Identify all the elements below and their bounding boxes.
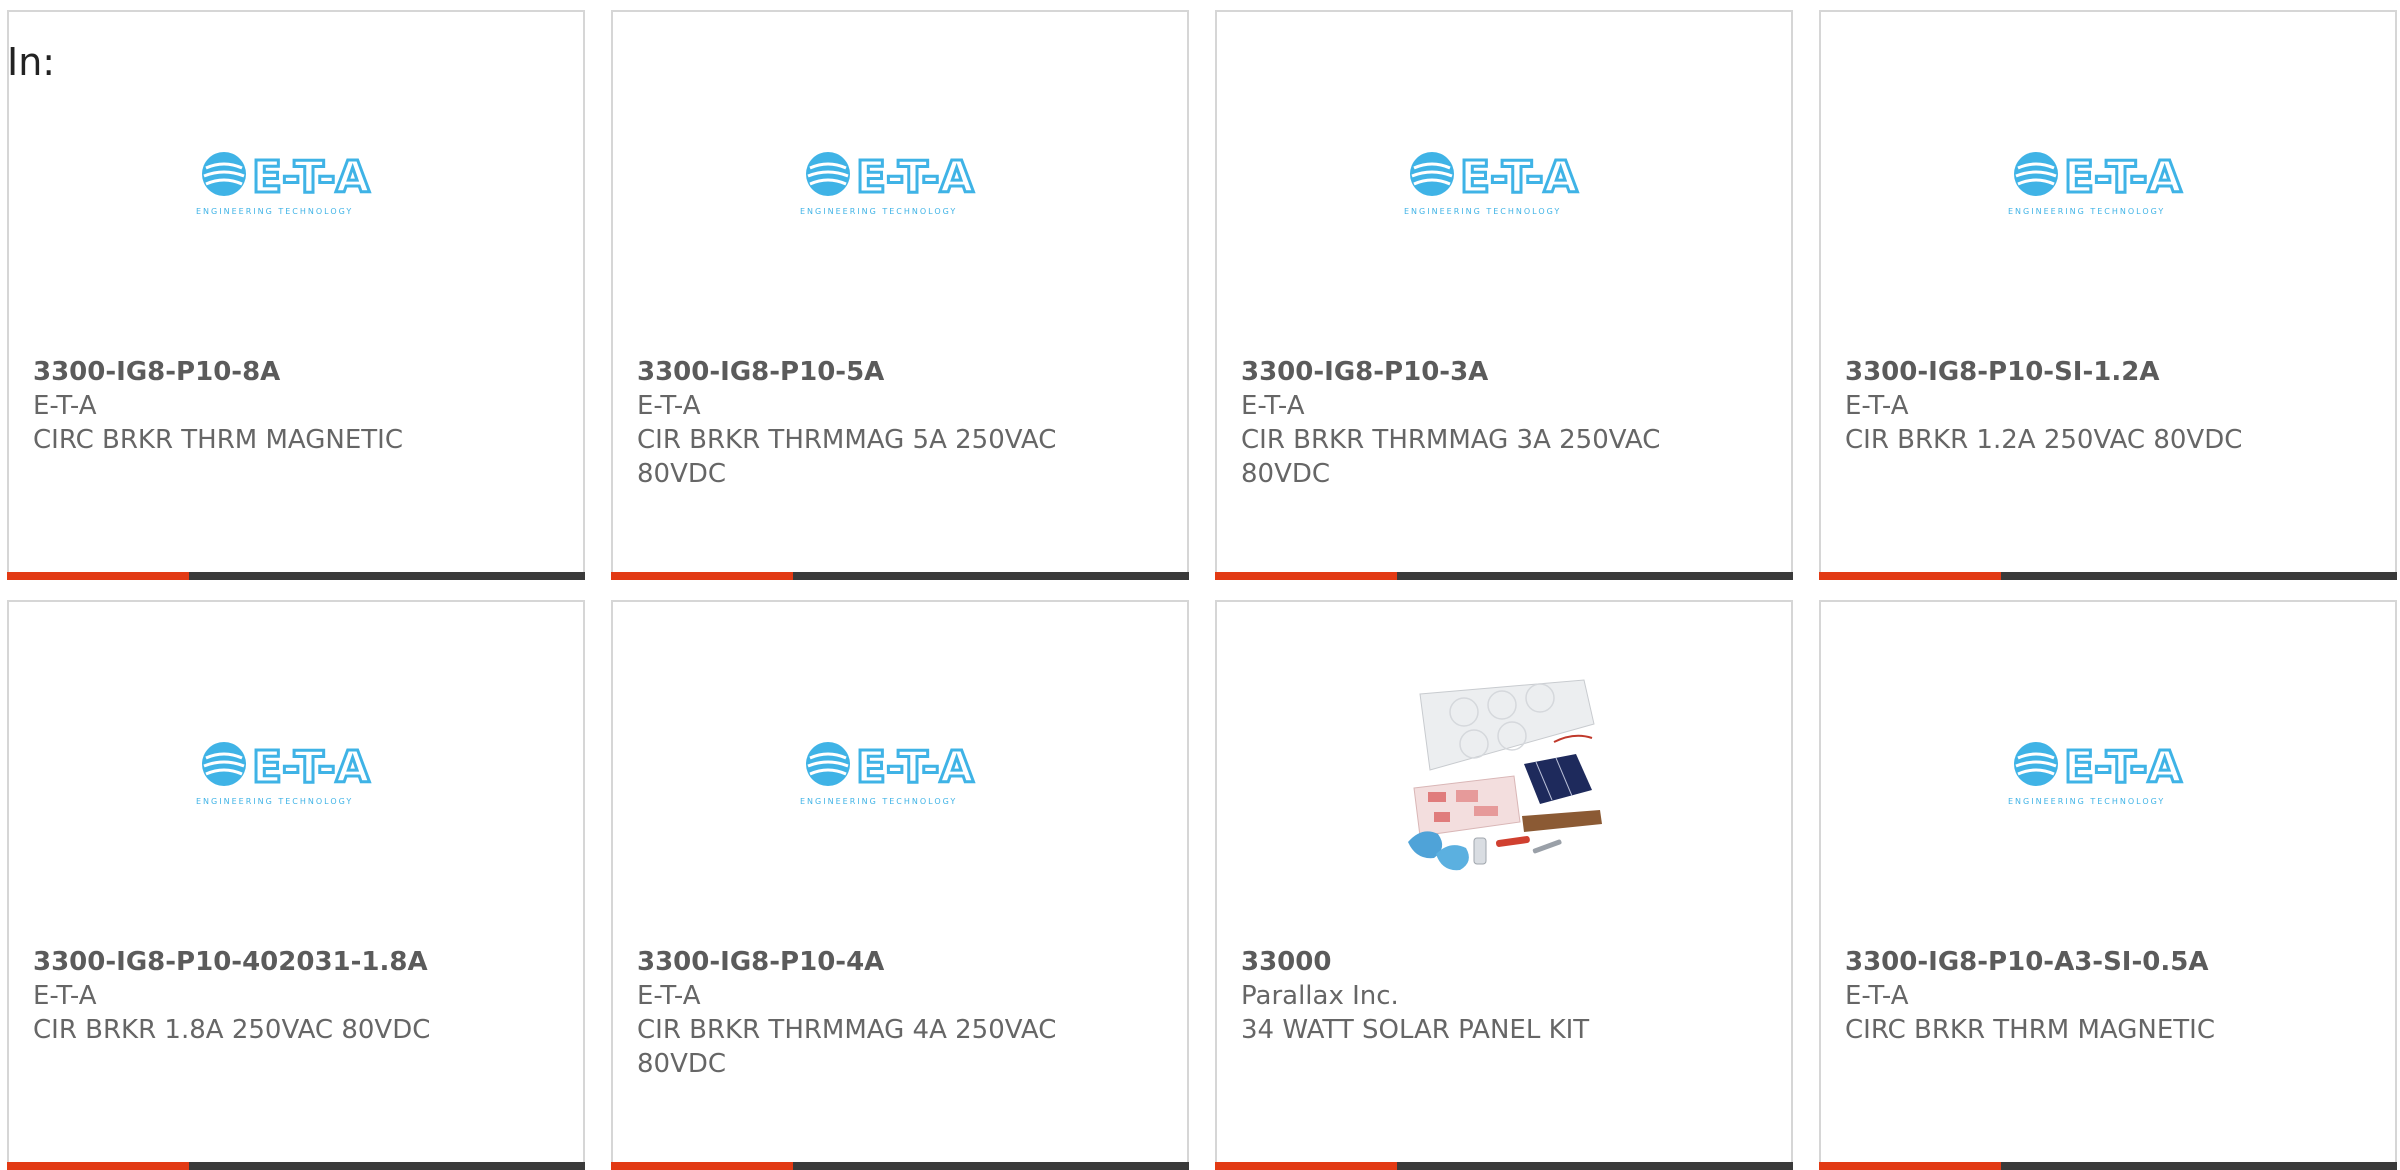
- description: CIR BRKR 1.8A 250VAC 80VDC: [33, 1015, 431, 1045]
- card-accent-bar: [1215, 1162, 1793, 1170]
- svg-text:ENGINEERING TECHNOLOGY: ENGINEERING TECHNOLOGY: [196, 207, 353, 216]
- manufacturer: E-T-A: [637, 391, 701, 421]
- svg-text:ENGINEERING TECHNOLOGY: ENGINEERING TECHNOLOGY: [800, 797, 957, 806]
- product-info: 33000 Parallax Inc. 34 WATT SOLAR PANEL …: [1241, 945, 1767, 1047]
- product-info: 3300-IG8-P10-5A E-T-A CIR BRKR THRMMAG 5…: [637, 355, 1163, 491]
- product-card[interactable]: E-T-A ENGINEERING TECHNOLOGY 3300-IG8-P1…: [1215, 10, 1793, 580]
- product-info: 3300-IG8-P10-8A E-T-A CIRC BRKR THRM MAG…: [33, 355, 559, 457]
- card-accent-bar: [1215, 572, 1793, 580]
- product-grid: E-T-A ENGINEERING TECHNOLOGY 3300-IG8-P1…: [0, 0, 2400, 1170]
- description: CIR BRKR THRMMAG 4A 250VAC 80VDC: [637, 1015, 1057, 1079]
- svg-text:E-T-A: E-T-A: [1460, 152, 1578, 203]
- eta-logo-icon: E-T-A ENGINEERING TECHNOLOGY: [2008, 741, 2183, 807]
- part-number-link[interactable]: 3300-IG8-P10-402031-1.8A: [33, 945, 559, 979]
- svg-text:ENGINEERING TECHNOLOGY: ENGINEERING TECHNOLOGY: [1404, 207, 1561, 216]
- svg-text:E-T-A: E-T-A: [252, 742, 370, 793]
- svg-text:E-T-A: E-T-A: [252, 152, 370, 203]
- product-card[interactable]: E-T-A ENGINEERING TECHNOLOGY 3300-IG8-P1…: [7, 600, 585, 1170]
- product-info: 3300-IG8-P10-A3-SI-0.5A E-T-A CIRC BRKR …: [1845, 945, 2371, 1047]
- svg-text:ENGINEERING TECHNOLOGY: ENGINEERING TECHNOLOGY: [2008, 207, 2165, 216]
- card-accent-bar: [611, 572, 1189, 580]
- part-number-link[interactable]: 3300-IG8-P10-8A: [33, 355, 559, 389]
- eta-logo-icon: E-T-A ENGINEERING TECHNOLOGY: [196, 741, 371, 807]
- product-info: 3300-IG8-P10-SI-1.2A E-T-A CIR BRKR 1.2A…: [1845, 355, 2371, 457]
- svg-text:E-T-A: E-T-A: [2064, 152, 2182, 203]
- product-card[interactable]: E-T-A ENGINEERING TECHNOLOGY 3300-IG8-P1…: [1819, 600, 2397, 1170]
- product-card[interactable]: E-T-A ENGINEERING TECHNOLOGY 3300-IG8-P1…: [611, 10, 1189, 580]
- card-accent-bar: [7, 1162, 585, 1170]
- part-number-link[interactable]: 3300-IG8-P10-5A: [637, 355, 1163, 389]
- svg-text:E-T-A: E-T-A: [2064, 742, 2182, 793]
- part-number-link[interactable]: 3300-IG8-P10-SI-1.2A: [1845, 355, 2371, 389]
- page-label: In:: [7, 40, 56, 84]
- manufacturer: E-T-A: [1845, 391, 1909, 421]
- svg-text:ENGINEERING TECHNOLOGY: ENGINEERING TECHNOLOGY: [800, 207, 957, 216]
- description: CIR BRKR THRMMAG 3A 250VAC 80VDC: [1241, 425, 1661, 489]
- part-number-link[interactable]: 33000: [1241, 945, 1767, 979]
- card-accent-bar: [611, 1162, 1189, 1170]
- description: CIR BRKR 1.2A 250VAC 80VDC: [1845, 425, 2243, 455]
- eta-logo-icon: E-T-A ENGINEERING TECHNOLOGY: [196, 151, 371, 217]
- manufacturer: Parallax Inc.: [1241, 981, 1399, 1011]
- eta-logo-icon: E-T-A ENGINEERING TECHNOLOGY: [1404, 151, 1579, 217]
- eta-logo-icon: E-T-A ENGINEERING TECHNOLOGY: [800, 741, 975, 807]
- part-number-link[interactable]: 3300-IG8-P10-A3-SI-0.5A: [1845, 945, 2371, 979]
- eta-logo-icon: E-T-A ENGINEERING TECHNOLOGY: [800, 151, 975, 217]
- product-card[interactable]: E-T-A ENGINEERING TECHNOLOGY 3300-IG8-P1…: [611, 600, 1189, 1170]
- manufacturer: E-T-A: [1241, 391, 1305, 421]
- svg-text:ENGINEERING TECHNOLOGY: ENGINEERING TECHNOLOGY: [196, 797, 353, 806]
- product-image: E-T-A ENGINEERING TECHNOLOGY: [9, 722, 583, 822]
- product-card[interactable]: 33000 Parallax Inc. 34 WATT SOLAR PANEL …: [1215, 600, 1793, 1170]
- card-accent-bar: [1819, 572, 2397, 580]
- description: CIRC BRKR THRM MAGNETIC: [33, 425, 403, 455]
- part-number-link[interactable]: 3300-IG8-P10-3A: [1241, 355, 1767, 389]
- product-image: E-T-A ENGINEERING TECHNOLOGY: [613, 722, 1187, 822]
- product-card[interactable]: E-T-A ENGINEERING TECHNOLOGY 3300-IG8-P1…: [7, 10, 585, 580]
- svg-text:E-T-A: E-T-A: [856, 152, 974, 203]
- part-number-link[interactable]: 3300-IG8-P10-4A: [637, 945, 1163, 979]
- manufacturer: E-T-A: [1845, 981, 1909, 1011]
- product-image: E-T-A ENGINEERING TECHNOLOGY: [1217, 132, 1791, 232]
- description: 34 WATT SOLAR PANEL KIT: [1241, 1015, 1590, 1045]
- manufacturer: E-T-A: [637, 981, 701, 1011]
- manufacturer: E-T-A: [33, 981, 97, 1011]
- product-image: E-T-A ENGINEERING TECHNOLOGY: [613, 132, 1187, 232]
- product-card[interactable]: E-T-A ENGINEERING TECHNOLOGY 3300-IG8-P1…: [1819, 10, 2397, 580]
- product-image: E-T-A ENGINEERING TECHNOLOGY: [9, 132, 583, 232]
- product-info: 3300-IG8-P10-4A E-T-A CIR BRKR THRMMAG 4…: [637, 945, 1163, 1081]
- svg-text:ENGINEERING TECHNOLOGY: ENGINEERING TECHNOLOGY: [2008, 797, 2165, 806]
- product-image: E-T-A ENGINEERING TECHNOLOGY: [1821, 132, 2395, 232]
- manufacturer: E-T-A: [33, 391, 97, 421]
- card-accent-bar: [7, 572, 585, 580]
- solar-panel-kit-icon: [1408, 679, 1602, 871]
- description: CIR BRKR THRMMAG 5A 250VAC 80VDC: [637, 425, 1057, 489]
- eta-logo-icon: E-T-A ENGINEERING TECHNOLOGY: [2008, 151, 2183, 217]
- svg-text:E-T-A: E-T-A: [856, 742, 974, 793]
- card-accent-bar: [1819, 1162, 2397, 1170]
- product-image: [1217, 672, 1791, 877]
- product-info: 3300-IG8-P10-3A E-T-A CIR BRKR THRMMAG 3…: [1241, 355, 1767, 491]
- product-info: 3300-IG8-P10-402031-1.8A E-T-A CIR BRKR …: [33, 945, 559, 1047]
- description: CIRC BRKR THRM MAGNETIC: [1845, 1015, 2215, 1045]
- product-image: E-T-A ENGINEERING TECHNOLOGY: [1821, 722, 2395, 822]
